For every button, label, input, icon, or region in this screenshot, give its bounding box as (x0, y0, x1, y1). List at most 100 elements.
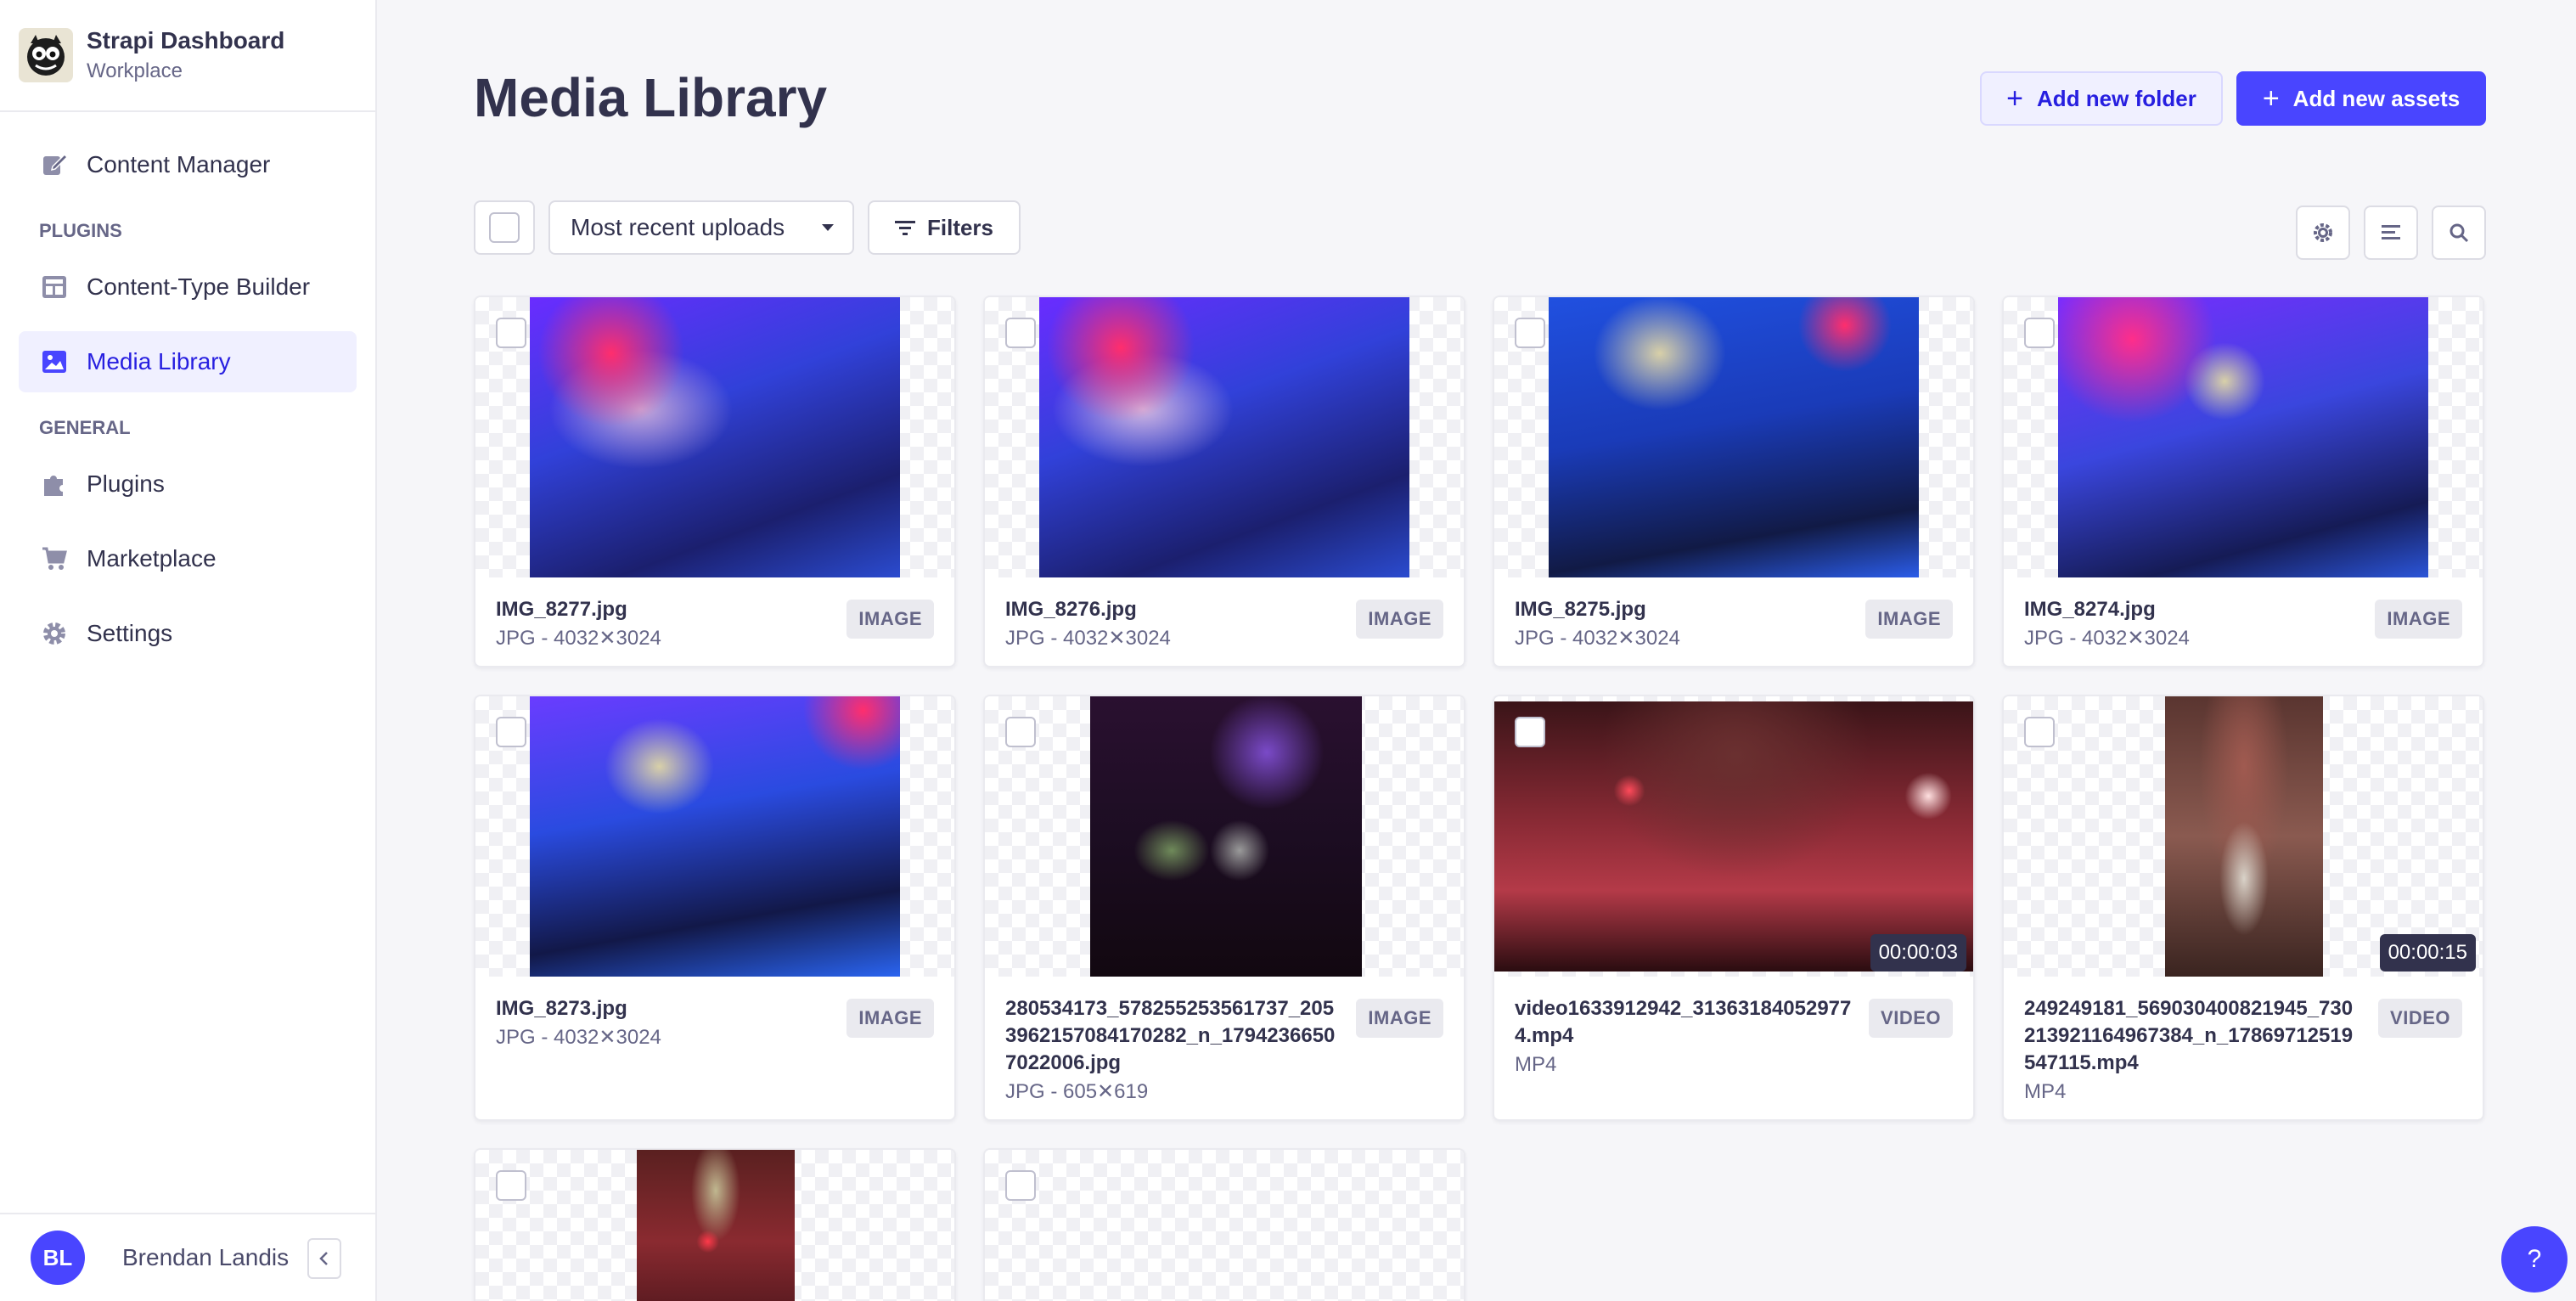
add-new-folder-button[interactable]: + Add new folder (1980, 71, 2223, 126)
asset-card[interactable]: IMG_8275.jpg JPG - 4032✕3024 IMAGE (1493, 296, 1975, 667)
app-title: Strapi Dashboard (87, 27, 285, 54)
photo-image (1549, 297, 1919, 577)
asset-type-badge: IMAGE (1865, 600, 1953, 639)
asset-type-badge: VIDEO (1869, 999, 1953, 1038)
video-duration: 00:00:15 (2379, 934, 2476, 972)
asset-type-badge: IMAGE (846, 600, 934, 639)
nav-item-marketplace[interactable]: Marketplace (19, 528, 357, 589)
add-new-assets-button[interactable]: + Add new assets (2236, 71, 2486, 126)
asset-name: IMG_8273.jpg (496, 997, 627, 1020)
nav-item-settings[interactable]: Settings (19, 603, 357, 664)
asset-checkbox[interactable] (496, 1170, 526, 1201)
select-all-checkbox[interactable] (474, 200, 535, 255)
asset-thumbnail[interactable] (475, 696, 954, 977)
add-folder-label: Add new folder (2037, 85, 2196, 111)
asset-type-badge: IMAGE (846, 999, 934, 1038)
nav-item-content-type-builder[interactable]: Content-Type Builder (19, 256, 357, 318)
workspace-name: Workplace (87, 59, 183, 82)
asset-thumbnail[interactable] (985, 297, 1464, 577)
chevron-left-icon (319, 1252, 328, 1265)
asset-type-badge: IMAGE (2375, 600, 2462, 639)
avatar[interactable]: BL (31, 1231, 85, 1285)
asset-meta: JPG - 605✕619 (1005, 1080, 1149, 1103)
asset-checkbox[interactable] (1005, 717, 1036, 747)
asset-checkbox[interactable] (1005, 318, 1036, 348)
video-thumbnail-image (1494, 701, 1973, 972)
asset-name: IMG_8274.jpg (2024, 598, 2156, 621)
photo-image (530, 297, 900, 577)
asset-thumbnail[interactable] (475, 297, 954, 577)
asset-card[interactable]: IMG_8273.jpg JPG - 4032✕3024 IMAGE (474, 695, 956, 1121)
asset-card[interactable]: 00:00:03 video1633912942_313631840529774… (1493, 695, 1975, 1121)
page-title: Media Library (474, 67, 828, 128)
nav-section-general: GENERAL (39, 417, 131, 438)
video-duration: 00:00:03 (1870, 934, 1966, 972)
asset-card[interactable]: IMG_8277.jpg JPG - 4032✕3024 IMAGE (474, 296, 956, 667)
photo-image (1090, 696, 1362, 977)
asset-name: 249249181_569030400821945_73021392116496… (2024, 997, 2354, 1074)
asset-type-badge: IMAGE (1356, 600, 1443, 639)
checkbox[interactable] (489, 212, 520, 243)
asset-checkbox[interactable] (1515, 318, 1545, 348)
layout-icon (39, 272, 70, 302)
photo-image (2058, 297, 2428, 577)
gear-icon (39, 618, 70, 649)
nav-item-media-library[interactable]: Media Library (19, 331, 357, 392)
asset-checkbox[interactable] (1515, 717, 1545, 747)
asset-card[interactable]: 00:00:15 249249181_569030400821945_73021… (2002, 695, 2484, 1121)
nav-label: Content-Type Builder (87, 273, 311, 300)
nav-label: Media Library (87, 348, 231, 375)
asset-checkbox[interactable] (496, 318, 526, 348)
gear-icon (2314, 223, 2332, 242)
filter-icon (894, 219, 915, 236)
asset-thumbnail[interactable] (985, 696, 1464, 977)
asset-checkbox[interactable] (2024, 717, 2055, 747)
nav-label: Marketplace (87, 545, 217, 572)
asset-name: IMG_8276.jpg (1005, 598, 1137, 621)
asset-name: 280534173_578255253561737_20539621570841… (1005, 997, 1336, 1074)
asset-checkbox[interactable] (1005, 1170, 1036, 1201)
sort-value: Most recent uploads (571, 214, 785, 240)
search-button[interactable] (2432, 206, 2486, 260)
collapse-sidebar-button[interactable] (307, 1238, 341, 1279)
asset-checkbox[interactable] (496, 717, 526, 747)
plus-icon: + (2262, 82, 2280, 115)
asset-card[interactable]: IMG_8274.jpg JPG - 4032✕3024 IMAGE (2002, 296, 2484, 667)
asset-thumbnail[interactable] (475, 1150, 954, 1301)
asset-thumbnail[interactable]: 00:00:15 (2004, 696, 2483, 977)
view-toggle-button[interactable] (2364, 206, 2418, 260)
asset-card[interactable]: IMG_8276.jpg JPG - 4032✕3024 IMAGE (983, 296, 1465, 667)
asset-thumbnail[interactable]: 00:00:03 (1494, 696, 1973, 977)
asset-card[interactable]: 280534173_578255253561737_20539621570841… (983, 695, 1465, 1121)
add-assets-label: Add new assets (2292, 85, 2461, 111)
user-profile[interactable]: BL Brendan Landis (0, 1213, 375, 1301)
asset-type-badge: IMAGE (1356, 999, 1443, 1038)
video-thumbnail-image (637, 1150, 795, 1301)
nav-item-content-manager[interactable]: Content Manager (19, 134, 357, 195)
asset-name: IMG_8275.jpg (1515, 598, 1646, 621)
nav-item-plugins[interactable]: Plugins (19, 453, 357, 515)
asset-checkbox[interactable] (2024, 318, 2055, 348)
sort-select[interactable]: Most recent uploads (548, 200, 854, 255)
nav-section-plugins: PLUGINS (39, 220, 122, 241)
filters-label: Filters (926, 214, 994, 240)
filters-button[interactable]: Filters (868, 200, 1021, 255)
photo-image (530, 696, 900, 977)
pencil-icon (39, 149, 70, 180)
asset-thumbnail[interactable] (1494, 297, 1973, 577)
brand-header: Strapi Dashboard Workplace (0, 0, 375, 112)
help-button[interactable]: ? (2501, 1226, 2568, 1293)
list-icon (2382, 225, 2400, 239)
sidebar: Strapi Dashboard Workplace Content Manag… (0, 0, 377, 1301)
asset-thumbnail[interactable] (2004, 297, 2483, 577)
asset-thumbnail[interactable] (985, 1150, 1464, 1301)
asset-card[interactable] (474, 1148, 956, 1301)
search-icon (2449, 223, 2469, 243)
plus-icon: + (2006, 82, 2024, 115)
settings-button[interactable] (2296, 206, 2350, 260)
asset-card[interactable] (983, 1148, 1465, 1301)
nav-label: Content Manager (87, 151, 271, 177)
nav-label: Settings (87, 620, 173, 646)
cart-icon (39, 543, 70, 574)
puzzle-icon (39, 469, 70, 499)
